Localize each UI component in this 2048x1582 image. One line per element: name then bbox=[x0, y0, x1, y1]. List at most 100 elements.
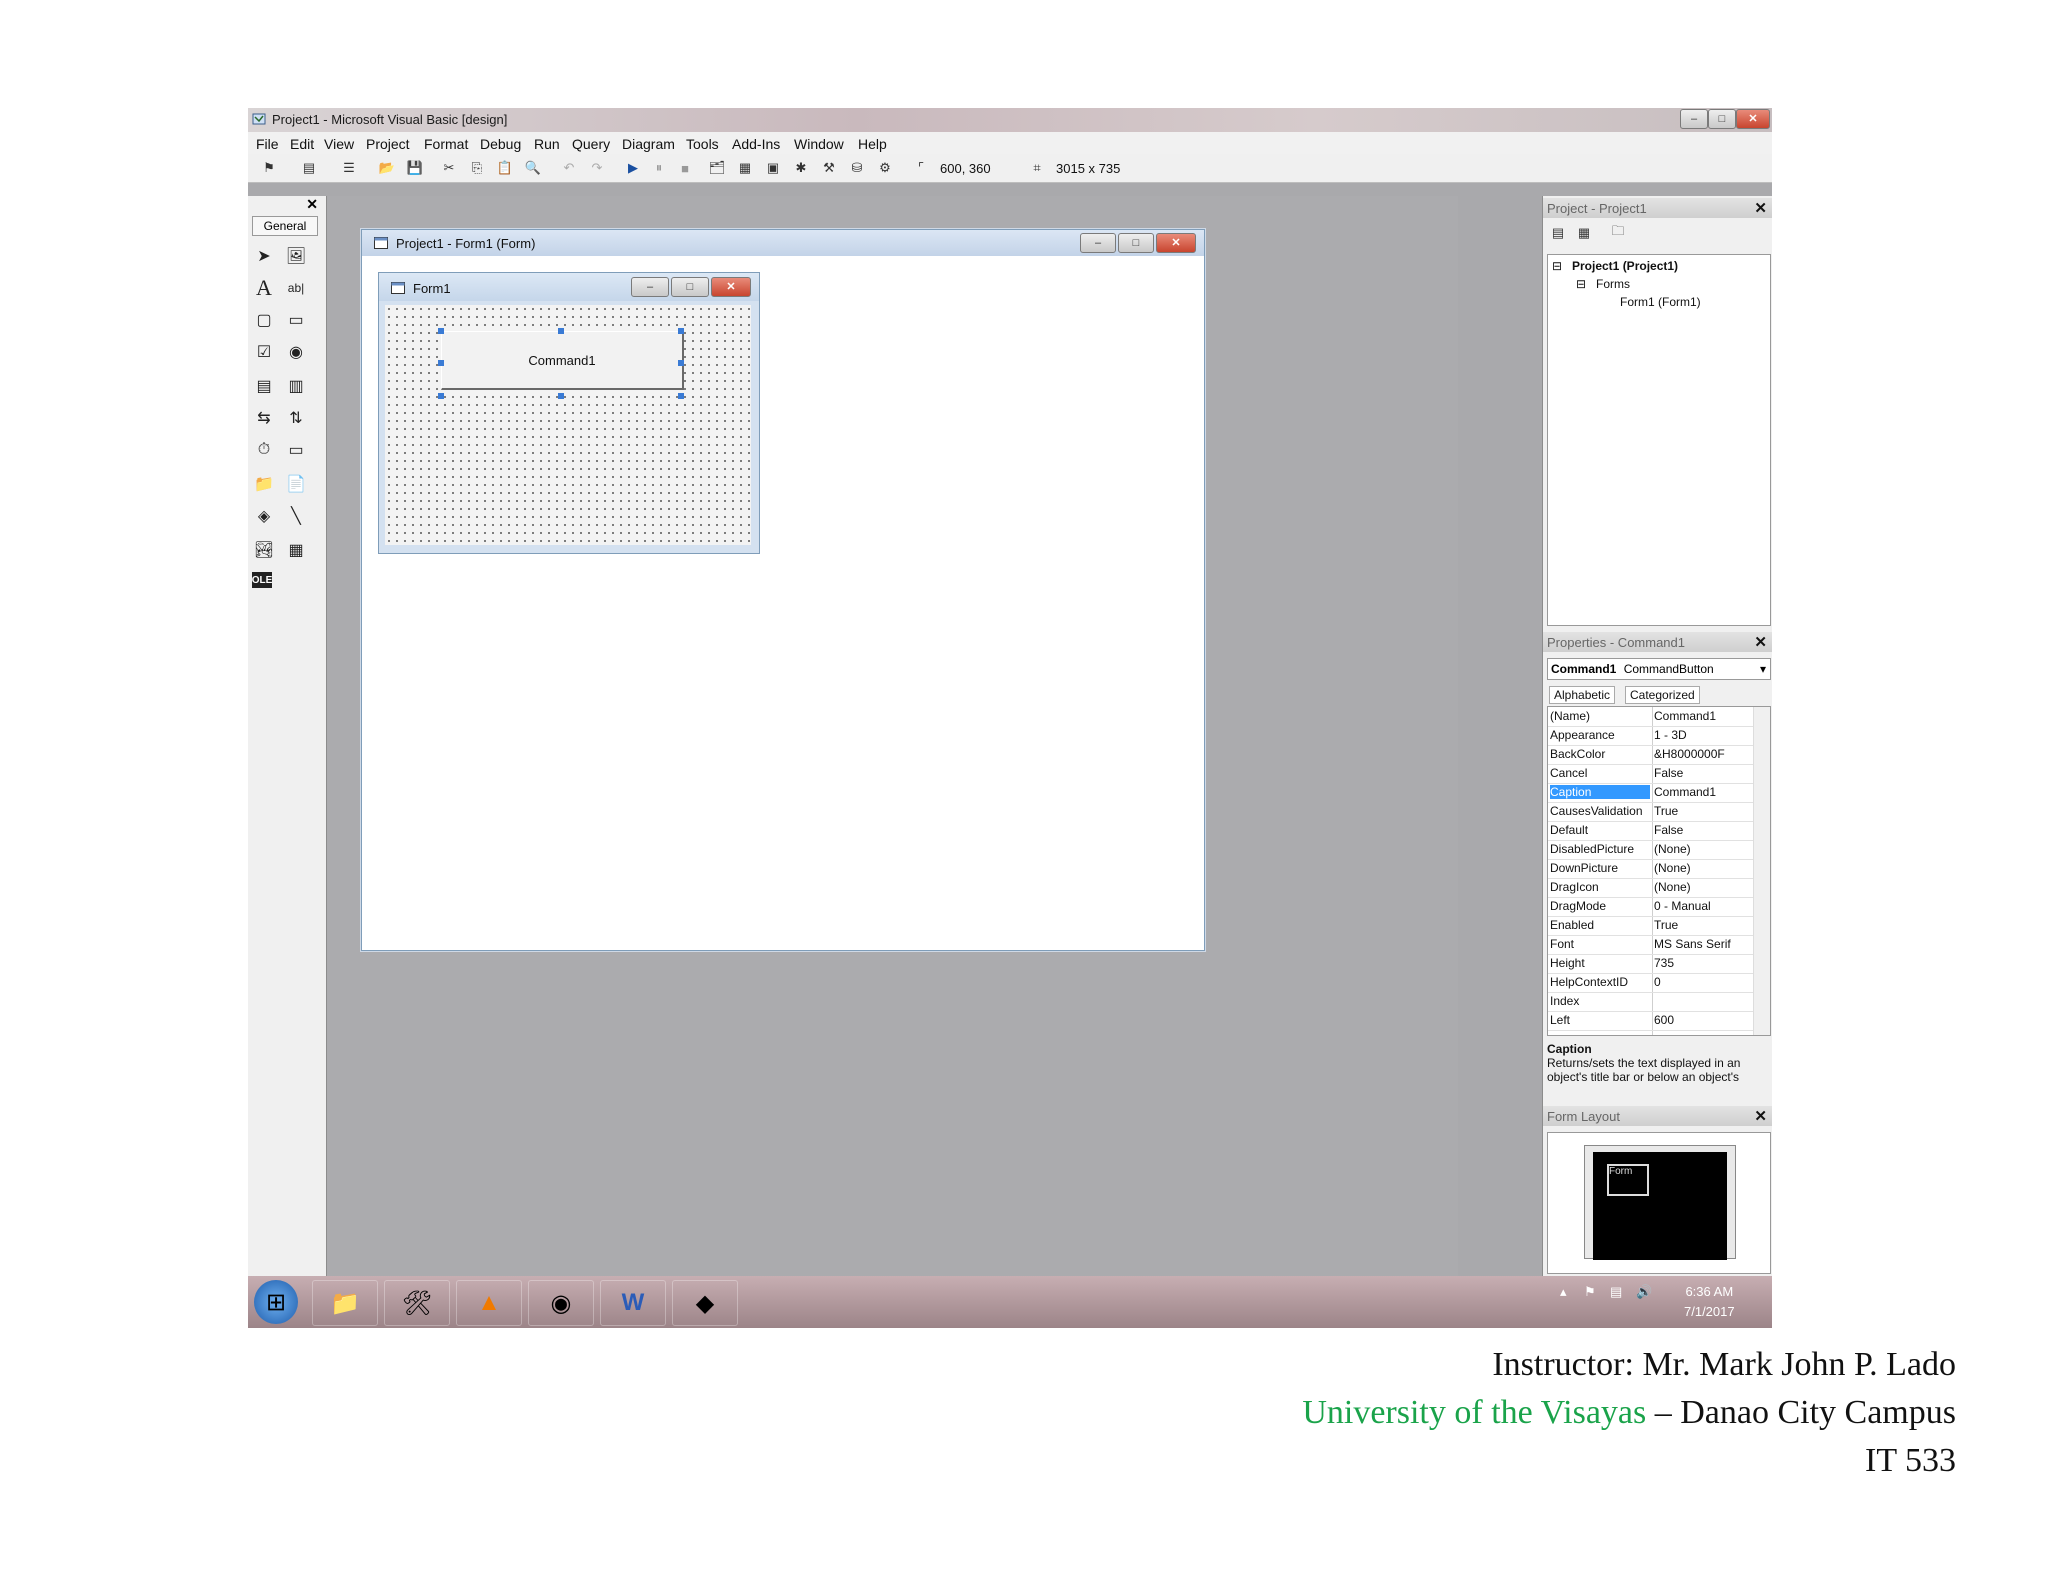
network-icon[interactable]: ▤ bbox=[1610, 1284, 1622, 1300]
property-row[interactable]: Appearance 1 - 3D bbox=[1548, 726, 1753, 746]
property-row[interactable]: HelpContextID 0 bbox=[1548, 973, 1753, 993]
vlc-taskbar-icon[interactable]: ▲ bbox=[456, 1280, 522, 1326]
form-layout-close-icon[interactable]: ✕ bbox=[1754, 1107, 1767, 1125]
menu-format[interactable]: Format bbox=[424, 136, 468, 152]
menu-project[interactable]: Project bbox=[366, 136, 410, 152]
maximize-button[interactable]: □ bbox=[1708, 109, 1736, 129]
filelistbox-tool-icon[interactable]: 📄 bbox=[284, 472, 308, 496]
designer-minimize-button[interactable]: – bbox=[1080, 233, 1116, 253]
tree-collapse-icon[interactable]: ⊟ bbox=[1552, 259, 1562, 273]
save-project-icon[interactable]: 💾 bbox=[406, 159, 424, 177]
properties-scrollbar[interactable] bbox=[1753, 707, 1770, 1035]
optionbutton-tool-icon[interactable]: ◉ bbox=[284, 340, 308, 364]
cut-icon[interactable]: ✂ bbox=[440, 159, 458, 177]
property-row[interactable]: DragMode 0 - Manual bbox=[1548, 897, 1753, 917]
action-center-icon[interactable]: ⚑ bbox=[1584, 1284, 1596, 1300]
menu-editor-icon[interactable]: ☰ bbox=[340, 159, 358, 177]
shape-tool-icon[interactable]: ◈ bbox=[252, 504, 276, 528]
property-row[interactable]: Left 600 bbox=[1548, 1011, 1753, 1031]
tray-expand-icon[interactable]: ▴ bbox=[1560, 1284, 1567, 1300]
component-manager-icon[interactable]: ⚙ bbox=[876, 159, 894, 177]
chrome-taskbar-icon[interactable]: ◉ bbox=[528, 1280, 594, 1326]
resize-handle[interactable] bbox=[678, 360, 684, 366]
command1-button[interactable]: Command1 bbox=[441, 331, 684, 390]
project-explorer-close-icon[interactable]: ✕ bbox=[1754, 199, 1767, 217]
toolbox-general-tab[interactable]: General bbox=[252, 216, 318, 236]
vscrollbar-tool-icon[interactable]: ⇅ bbox=[284, 406, 308, 430]
property-row[interactable]: Height 735 bbox=[1548, 954, 1753, 974]
menu-edit[interactable]: Edit bbox=[290, 136, 314, 152]
listbox-tool-icon[interactable]: ▥ bbox=[284, 374, 308, 398]
find-icon[interactable]: 🔍 bbox=[524, 159, 542, 177]
tree-node-forms[interactable]: Forms bbox=[1596, 277, 1630, 291]
designer-close-button[interactable]: ✕ bbox=[1156, 233, 1196, 253]
start-icon[interactable]: ▶ bbox=[624, 159, 642, 177]
timer-tool-icon[interactable]: ⏱ bbox=[252, 438, 276, 462]
data-tool-icon[interactable]: ▦ bbox=[284, 538, 308, 562]
redo-icon[interactable]: ↷ bbox=[588, 159, 606, 177]
menu-run[interactable]: Run bbox=[534, 136, 560, 152]
word-taskbar-icon[interactable]: W bbox=[600, 1280, 666, 1326]
menu-tools[interactable]: Tools bbox=[686, 136, 719, 152]
vb6-taskbar-icon[interactable]: 🛠 bbox=[384, 1280, 450, 1326]
open-project-icon[interactable]: 📂 bbox=[378, 159, 396, 177]
undo-icon[interactable]: ↶ bbox=[560, 159, 578, 177]
property-row[interactable]: Default False bbox=[1548, 821, 1753, 841]
commandbutton-tool-icon[interactable]: ▭ bbox=[284, 308, 308, 332]
combobox-tool-icon[interactable]: ▤ bbox=[252, 374, 276, 398]
resize-handle[interactable] bbox=[438, 360, 444, 366]
toolbox-icon[interactable]: ⚒ bbox=[820, 159, 838, 177]
menu-add-ins[interactable]: Add-Ins bbox=[732, 136, 780, 152]
ole-tool-icon[interactable]: OLE bbox=[252, 572, 272, 588]
property-row[interactable]: DownPicture (None) bbox=[1548, 859, 1753, 879]
properties-window-icon[interactable]: ▦ bbox=[736, 159, 754, 177]
tree-node-project[interactable]: Project1 (Project1) bbox=[1572, 259, 1678, 273]
property-row-selected[interactable]: Caption Command1 bbox=[1548, 783, 1753, 803]
property-row[interactable]: DisabledPicture (None) bbox=[1548, 840, 1753, 860]
tab-categorized[interactable]: Categorized bbox=[1625, 686, 1700, 704]
property-row[interactable]: DragIcon (None) bbox=[1548, 878, 1753, 898]
tab-alphabetic[interactable]: Alphabetic bbox=[1549, 686, 1616, 704]
tree-collapse-icon[interactable]: ⊟ bbox=[1576, 277, 1586, 291]
add-project-icon[interactable]: ⚑ bbox=[260, 159, 278, 177]
menu-query[interactable]: Query bbox=[572, 136, 610, 152]
property-row[interactable]: Font MS Sans Serif bbox=[1548, 935, 1753, 955]
designer-maximize-button[interactable]: □ bbox=[1118, 233, 1154, 253]
toggle-folders-icon[interactable]: 🗀 bbox=[1609, 223, 1627, 242]
paste-icon[interactable]: 📋 bbox=[496, 159, 514, 177]
explorer-taskbar-icon[interactable]: 📁 bbox=[312, 1280, 378, 1326]
tree-node-form1[interactable]: Form1 (Form1) bbox=[1620, 295, 1701, 309]
form1-minimize-button[interactable]: – bbox=[631, 277, 669, 297]
minimize-button[interactable]: – bbox=[1680, 109, 1708, 129]
chevron-down-icon[interactable]: ▾ bbox=[1760, 659, 1766, 679]
form1-maximize-button[interactable]: □ bbox=[671, 277, 709, 297]
property-row[interactable]: Enabled True bbox=[1548, 916, 1753, 936]
menu-view[interactable]: View bbox=[324, 136, 354, 152]
end-icon[interactable]: ■ bbox=[676, 159, 694, 177]
label-tool-icon[interactable]: A bbox=[252, 275, 276, 300]
view-code-icon[interactable]: ▤ bbox=[1549, 224, 1567, 242]
project-explorer-icon[interactable]: 🗂 bbox=[708, 159, 726, 177]
menu-help[interactable]: Help bbox=[858, 136, 887, 152]
picturebox-tool-icon[interactable]: 🖼 bbox=[284, 244, 308, 268]
properties-close-icon[interactable]: ✕ bbox=[1754, 633, 1767, 651]
property-row[interactable]: Cancel False bbox=[1548, 764, 1753, 784]
menu-diagram[interactable]: Diagram bbox=[622, 136, 675, 152]
view-object-icon[interactable]: ▦ bbox=[1575, 224, 1593, 242]
system-clock[interactable]: 6:36 AM 7/1/2017 bbox=[1684, 1282, 1735, 1322]
data-view-icon[interactable]: ⛁ bbox=[848, 159, 866, 177]
form1-close-button[interactable]: ✕ bbox=[711, 277, 751, 297]
form1-design-grid[interactable]: Command1 bbox=[385, 305, 751, 545]
property-row[interactable]: CausesValidation True bbox=[1548, 802, 1753, 822]
copy-icon[interactable]: ⎘ bbox=[468, 159, 486, 177]
volume-icon[interactable]: 🔊 bbox=[1636, 1284, 1652, 1300]
dirlistbox-tool-icon[interactable]: 📁 bbox=[252, 472, 276, 496]
toolbox-close-icon[interactable]: ✕ bbox=[306, 196, 318, 213]
menu-debug[interactable]: Debug bbox=[480, 136, 521, 152]
frame-tool-icon[interactable]: ▢ bbox=[252, 308, 276, 332]
resize-handle[interactable] bbox=[678, 393, 684, 399]
checkbox-tool-icon[interactable]: ☑ bbox=[252, 340, 276, 364]
object-selector[interactable]: Command1 CommandButton ▾ bbox=[1547, 658, 1771, 680]
app-taskbar-icon[interactable]: ◆ bbox=[672, 1280, 738, 1326]
menu-file[interactable]: File bbox=[256, 136, 279, 152]
